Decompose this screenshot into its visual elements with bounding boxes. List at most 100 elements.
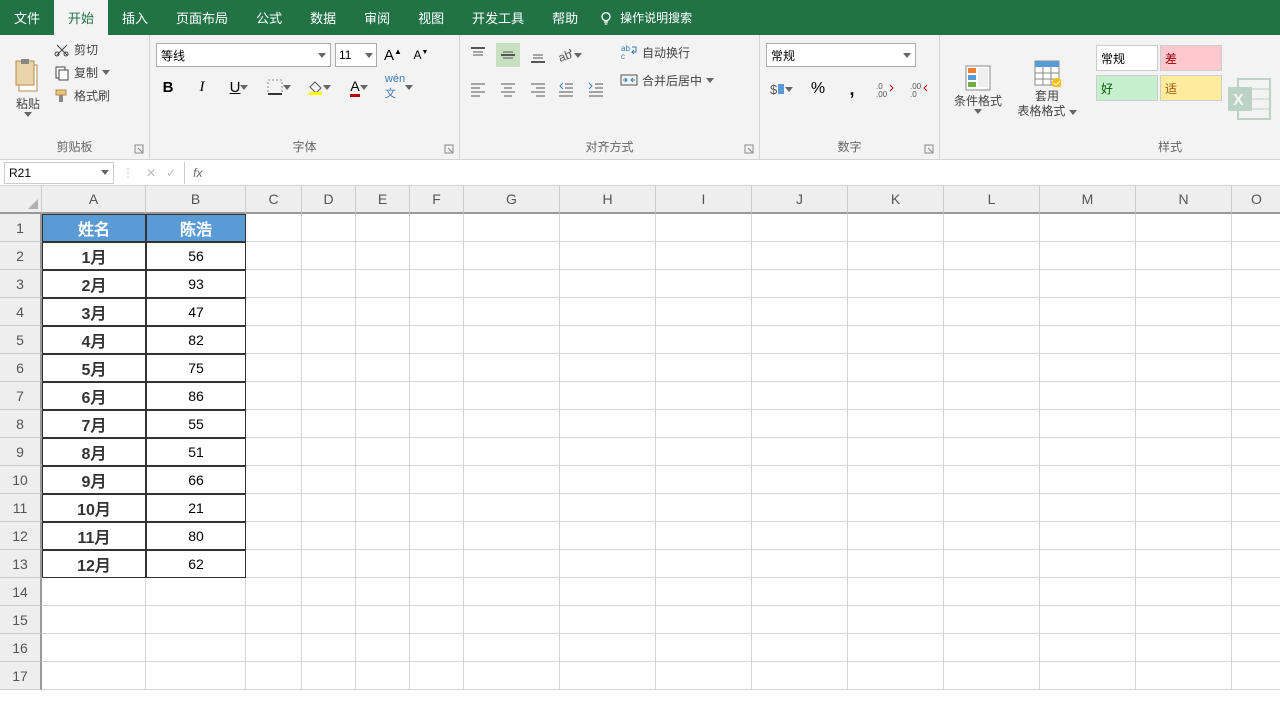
name-box[interactable]: R21 bbox=[4, 162, 114, 184]
cell-L12[interactable] bbox=[944, 522, 1040, 550]
cell-J13[interactable] bbox=[752, 550, 848, 578]
cell-M5[interactable] bbox=[1040, 326, 1136, 354]
cell-D4[interactable] bbox=[302, 298, 356, 326]
cell-O16[interactable] bbox=[1232, 634, 1280, 662]
cell-F11[interactable] bbox=[410, 494, 464, 522]
underline-button[interactable]: U bbox=[224, 75, 254, 99]
cell-G8[interactable] bbox=[464, 410, 560, 438]
number-launcher-icon[interactable] bbox=[924, 144, 936, 156]
number-format-select[interactable]: 常规 bbox=[766, 43, 916, 67]
cell-L9[interactable] bbox=[944, 438, 1040, 466]
cell-B4[interactable]: 47 bbox=[146, 298, 246, 326]
accounting-button[interactable]: $ bbox=[766, 77, 796, 101]
cell-O7[interactable] bbox=[1232, 382, 1280, 410]
cell-M2[interactable] bbox=[1040, 242, 1136, 270]
tab-layout[interactable]: 页面布局 bbox=[162, 0, 242, 35]
cell-M3[interactable] bbox=[1040, 270, 1136, 298]
style-bad[interactable]: 差 bbox=[1160, 45, 1222, 71]
cell-G17[interactable] bbox=[464, 662, 560, 690]
cell-C9[interactable] bbox=[246, 438, 302, 466]
tab-file[interactable]: 文件 bbox=[0, 0, 54, 35]
cell-M1[interactable] bbox=[1040, 214, 1136, 242]
cell-O2[interactable] bbox=[1232, 242, 1280, 270]
cell-J12[interactable] bbox=[752, 522, 848, 550]
grow-font-button[interactable]: A▲ bbox=[381, 43, 405, 67]
cell-C8[interactable] bbox=[246, 410, 302, 438]
cell-K3[interactable] bbox=[848, 270, 944, 298]
cell-A7[interactable]: 6月 bbox=[42, 382, 146, 410]
row-header-12[interactable]: 12 bbox=[0, 522, 42, 550]
col-header-G[interactable]: G bbox=[464, 186, 560, 214]
cell-C16[interactable] bbox=[246, 634, 302, 662]
cell-N6[interactable] bbox=[1136, 354, 1232, 382]
cell-N9[interactable] bbox=[1136, 438, 1232, 466]
cell-E11[interactable] bbox=[356, 494, 410, 522]
cell-M12[interactable] bbox=[1040, 522, 1136, 550]
cell-O4[interactable] bbox=[1232, 298, 1280, 326]
cell-J1[interactable] bbox=[752, 214, 848, 242]
cell-C10[interactable] bbox=[246, 466, 302, 494]
cell-F9[interactable] bbox=[410, 438, 464, 466]
cell-O6[interactable] bbox=[1232, 354, 1280, 382]
cell-L13[interactable] bbox=[944, 550, 1040, 578]
cell-N7[interactable] bbox=[1136, 382, 1232, 410]
cell-N15[interactable] bbox=[1136, 606, 1232, 634]
cell-L1[interactable] bbox=[944, 214, 1040, 242]
cell-F10[interactable] bbox=[410, 466, 464, 494]
cell-J17[interactable] bbox=[752, 662, 848, 690]
cell-E3[interactable] bbox=[356, 270, 410, 298]
decrease-indent-button[interactable] bbox=[554, 77, 578, 101]
cell-B15[interactable] bbox=[146, 606, 246, 634]
cell-K1[interactable] bbox=[848, 214, 944, 242]
cell-C5[interactable] bbox=[246, 326, 302, 354]
cell-O3[interactable] bbox=[1232, 270, 1280, 298]
cell-L3[interactable] bbox=[944, 270, 1040, 298]
cell-H16[interactable] bbox=[560, 634, 656, 662]
cell-G4[interactable] bbox=[464, 298, 560, 326]
cell-L14[interactable] bbox=[944, 578, 1040, 606]
cell-B3[interactable]: 93 bbox=[146, 270, 246, 298]
cell-F5[interactable] bbox=[410, 326, 464, 354]
cell-K11[interactable] bbox=[848, 494, 944, 522]
cell-J7[interactable] bbox=[752, 382, 848, 410]
cell-J9[interactable] bbox=[752, 438, 848, 466]
comma-button[interactable]: , bbox=[840, 77, 864, 101]
row-header-16[interactable]: 16 bbox=[0, 634, 42, 662]
cell-F15[interactable] bbox=[410, 606, 464, 634]
cell-K4[interactable] bbox=[848, 298, 944, 326]
cell-C2[interactable] bbox=[246, 242, 302, 270]
cell-D16[interactable] bbox=[302, 634, 356, 662]
cell-B9[interactable]: 51 bbox=[146, 438, 246, 466]
cell-F8[interactable] bbox=[410, 410, 464, 438]
cell-N17[interactable] bbox=[1136, 662, 1232, 690]
cell-K2[interactable] bbox=[848, 242, 944, 270]
cell-N11[interactable] bbox=[1136, 494, 1232, 522]
cell-I16[interactable] bbox=[656, 634, 752, 662]
font-launcher-icon[interactable] bbox=[444, 144, 456, 156]
border-button[interactable] bbox=[264, 75, 294, 99]
col-header-A[interactable]: A bbox=[42, 186, 146, 214]
cell-H11[interactable] bbox=[560, 494, 656, 522]
cell-L15[interactable] bbox=[944, 606, 1040, 634]
cell-B17[interactable] bbox=[146, 662, 246, 690]
cell-M15[interactable] bbox=[1040, 606, 1136, 634]
cell-I9[interactable] bbox=[656, 438, 752, 466]
font-size-select[interactable]: 11 bbox=[335, 43, 377, 67]
font-name-select[interactable]: 等线 bbox=[156, 43, 331, 67]
cell-A15[interactable] bbox=[42, 606, 146, 634]
cell-K7[interactable] bbox=[848, 382, 944, 410]
cell-K16[interactable] bbox=[848, 634, 944, 662]
col-header-F[interactable]: F bbox=[410, 186, 464, 214]
cut-button[interactable]: 剪切 bbox=[54, 41, 110, 58]
cell-I17[interactable] bbox=[656, 662, 752, 690]
row-header-10[interactable]: 10 bbox=[0, 466, 42, 494]
cell-K8[interactable] bbox=[848, 410, 944, 438]
cell-E13[interactable] bbox=[356, 550, 410, 578]
row-header-9[interactable]: 9 bbox=[0, 438, 42, 466]
cell-D5[interactable] bbox=[302, 326, 356, 354]
cell-F12[interactable] bbox=[410, 522, 464, 550]
cell-C15[interactable] bbox=[246, 606, 302, 634]
cell-I4[interactable] bbox=[656, 298, 752, 326]
cell-A10[interactable]: 9月 bbox=[42, 466, 146, 494]
col-header-H[interactable]: H bbox=[560, 186, 656, 214]
